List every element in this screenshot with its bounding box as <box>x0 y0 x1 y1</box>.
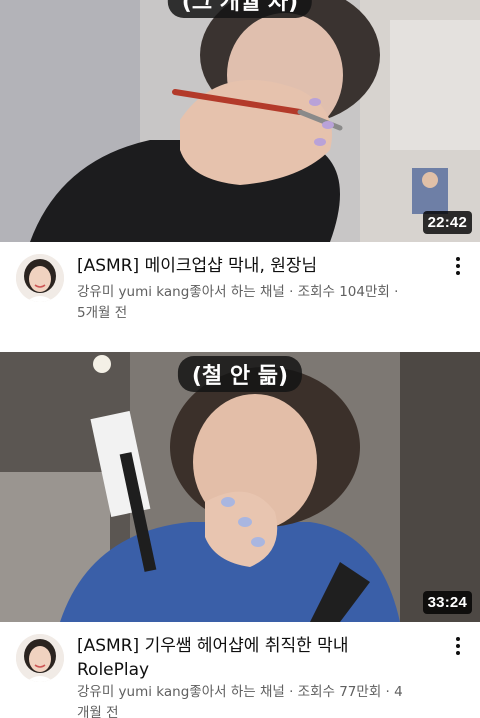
video-channel-info: 강유미 yumi kang좋아서 하는 채널 · 조회수 77만회 · 4 개월… <box>77 682 447 718</box>
channel-views-line[interactable]: 강유미 yumi kang좋아서 하는 채널 · 조회수 77만회 · 4 <box>77 682 447 703</box>
avatar-image <box>16 254 64 302</box>
more-vert-icon[interactable] <box>448 256 468 276</box>
video-title-line1: [ASMR] 기우쌤 헤어샵에 취직한 막내 <box>77 636 349 656</box>
duration-badge: 33:24 <box>422 591 472 614</box>
video-title[interactable]: [ASMR] 메이크업샵 막내, 원장님 <box>77 254 437 278</box>
avatar-image <box>16 634 64 682</box>
channel-views-line[interactable]: 강유미 yumi kang좋아서 하는 채널 · 조회수 104만회 · <box>77 282 447 303</box>
video-meta: [ASMR] 메이크업샵 막내, 원장님 강유미 yumi kang좋아서 하는… <box>0 242 480 352</box>
video-title-line2: RolePlay <box>77 660 150 680</box>
upload-age: 5개월 전 <box>77 305 128 321</box>
video-feed: (그 개월 차) 22:42 [ASMR] 메이크업샵 막내, 원장님 강유미 … <box>0 0 480 718</box>
upload-age: 개월 전 <box>77 705 119 718</box>
video-title[interactable]: [ASMR] 기우쌤 헤어샵에 취직한 막내 RolePlay <box>77 634 437 682</box>
thumbnail-image <box>0 0 480 242</box>
video-channel-info: 강유미 yumi kang좋아서 하는 채널 · 조회수 104만회 · 5개월… <box>77 282 447 324</box>
duration-badge: 22:42 <box>422 211 472 234</box>
thumbnail-caption: (철 안 듦) <box>177 356 303 392</box>
more-vert-icon[interactable] <box>448 636 468 656</box>
video-thumbnail[interactable]: (그 개월 차) 22:42 <box>0 0 480 242</box>
video-thumbnail[interactable]: (철 안 듦) 33:24 <box>0 352 480 622</box>
thumbnail-image <box>0 352 480 622</box>
channel-avatar[interactable] <box>16 254 64 302</box>
video-meta: [ASMR] 기우쌤 헤어샵에 취직한 막내 RolePlay 강유미 yumi… <box>0 622 480 718</box>
channel-avatar[interactable] <box>16 634 64 682</box>
thumbnail-caption: (그 개월 차) <box>167 0 313 18</box>
